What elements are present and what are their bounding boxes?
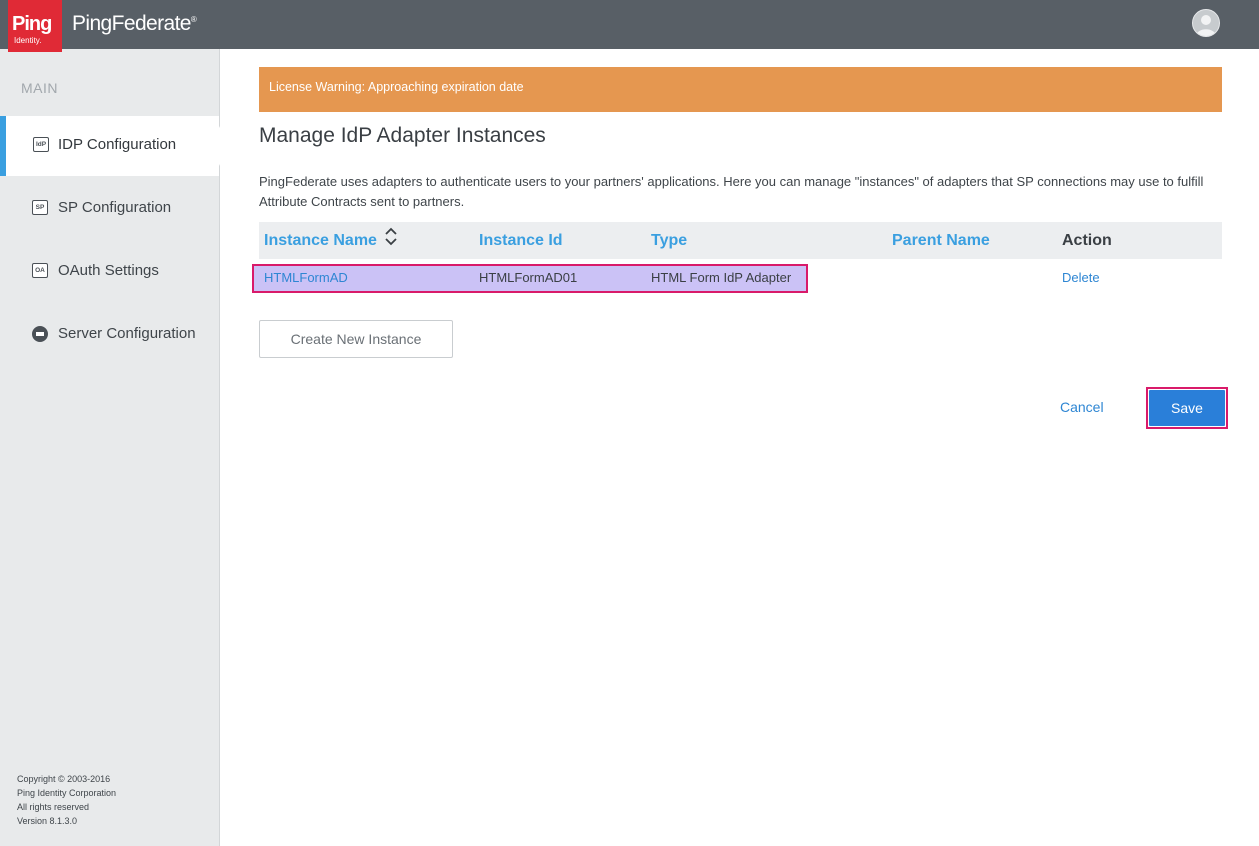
active-arrow bbox=[219, 126, 229, 166]
page-title: Manage IdP Adapter Instances bbox=[259, 124, 546, 147]
column-header-type[interactable]: Type bbox=[651, 232, 687, 250]
sidebar: MAIN IdP IDP Configuration SP SP Configu… bbox=[0, 49, 229, 846]
top-bar: Ping Identity. PingFederate® bbox=[0, 0, 1259, 52]
oauth-icon: OA bbox=[32, 263, 48, 278]
logo-text: Ping bbox=[12, 13, 52, 35]
user-avatar-icon[interactable] bbox=[1192, 9, 1220, 37]
column-header-action: Action bbox=[1062, 232, 1112, 249]
copyright-text: Copyright © 2003-2016 bbox=[17, 774, 111, 784]
logo-subtext: Identity. bbox=[14, 36, 42, 45]
instance-id-cell: HTMLFormAD01 bbox=[479, 270, 578, 285]
instance-name-link[interactable]: HTMLFormAD bbox=[264, 270, 348, 285]
column-header-instance-name[interactable]: Instance Name bbox=[264, 232, 377, 250]
sidebar-heading: MAIN bbox=[21, 80, 58, 96]
sidebar-item-server-configuration[interactable]: Server Configuration bbox=[0, 305, 219, 365]
idp-icon: IdP bbox=[33, 137, 49, 152]
cancel-button[interactable]: Cancel bbox=[1060, 399, 1104, 415]
sidebar-item-idp-configuration[interactable]: IdP IDP Configuration bbox=[0, 116, 229, 176]
product-name: PingFederate® bbox=[72, 12, 197, 36]
table-header: Instance Name Instance Id Type Parent Na… bbox=[259, 222, 1222, 259]
type-cell: HTML Form IdP Adapter bbox=[651, 270, 792, 285]
version-text: Version 8.1.3.0 bbox=[17, 816, 78, 826]
license-warning-banner: License Warning: Approaching expiration … bbox=[259, 67, 1222, 112]
license-warning-text: License Warning: Approaching expiration … bbox=[269, 80, 524, 94]
create-new-instance-button[interactable]: Create New Instance bbox=[259, 320, 453, 358]
product-name-text: PingFederate bbox=[72, 12, 191, 35]
company-text: Ping Identity Corporation bbox=[17, 788, 117, 798]
sort-icon[interactable] bbox=[384, 227, 398, 247]
page-description: PingFederate uses adapters to authentica… bbox=[259, 174, 1204, 209]
server-icon bbox=[32, 326, 48, 342]
sidebar-item-sp-configuration[interactable]: SP SP Configuration bbox=[0, 179, 219, 239]
sidebar-item-label: IDP Configuration bbox=[58, 136, 177, 153]
column-header-parent-name[interactable]: Parent Name bbox=[892, 232, 990, 250]
save-button[interactable]: Save bbox=[1149, 390, 1225, 426]
table-row: HTMLFormAD HTMLFormAD01 HTML Form IdP Ad… bbox=[259, 260, 1222, 296]
sidebar-item-oauth-settings[interactable]: OA OAuth Settings bbox=[0, 242, 219, 302]
sidebar-item-label: OAuth Settings bbox=[58, 262, 159, 279]
registered-mark: ® bbox=[190, 15, 197, 24]
rights-text: All rights reserved bbox=[17, 802, 90, 812]
sidebar-item-label: SP Configuration bbox=[58, 199, 172, 216]
delete-link[interactable]: Delete bbox=[1062, 270, 1100, 285]
sidebar-footer: Copyright © 2003-2016 Ping Identity Corp… bbox=[17, 772, 116, 828]
column-header-instance-id[interactable]: Instance Id bbox=[479, 232, 563, 250]
sidebar-item-label: Server Configuration bbox=[58, 325, 196, 342]
ping-identity-logo[interactable]: Ping Identity. bbox=[8, 0, 62, 52]
sp-icon: SP bbox=[32, 200, 48, 215]
